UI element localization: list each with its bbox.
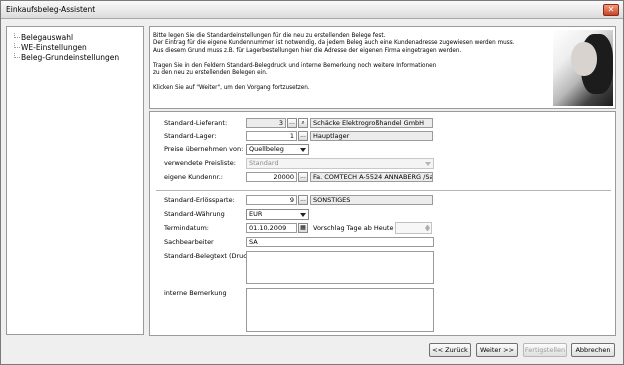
chevron-down-icon — [425, 162, 431, 166]
lieferant-number-field[interactable]: 3 — [246, 118, 286, 128]
erloes-name-field: SONSTIGES — [310, 195, 433, 205]
vorschlag-tage-stepper[interactable] — [395, 222, 432, 234]
bemerkung-label: interne Bemerkung — [164, 289, 227, 297]
nav-item-we-einstellungen[interactable]: WE-Einstellungen — [11, 43, 87, 53]
info-line: Bitte legen Sie die Standardeinstellunge… — [153, 33, 386, 39]
info-text: Bitte legen Sie die Standardeinstellunge… — [153, 33, 548, 92]
info-line — [153, 55, 548, 62]
kunde-lookup-button[interactable]: ... — [298, 172, 308, 182]
lager-number-field[interactable]: 1 — [246, 131, 297, 141]
lieferant-label: Standard-Lieferant: — [164, 119, 228, 127]
info-line: Der Eintrag für die eigene Kundennummer … — [153, 40, 515, 47]
window-title: Einkaufsbeleg-Assistent — [6, 5, 96, 14]
preise-label: Preise übernehmen von: — [164, 145, 244, 153]
title-bar: Einkaufsbeleg-Assistent ✕ — [1, 1, 623, 19]
info-line: zu den neu zu erstellenden Belegen ein. — [153, 70, 268, 77]
lieferant-name-field: Schäcke Elektrogroßhandel GmbH — [310, 118, 433, 128]
erloes-lookup-button[interactable]: ... — [298, 195, 308, 205]
nav-item-label: Beleg-Grundeinstellungen — [21, 53, 120, 62]
belegtext-textarea[interactable] — [246, 251, 434, 284]
settings-form: Standard-Lieferant: 3 ... ⌕ Schäcke Elek… — [149, 111, 616, 336]
lager-label: Standard-Lager: — [164, 132, 217, 140]
nav-item-label: Belegauswahl — [21, 33, 74, 42]
termin-date-field[interactable]: 01.10.2009 — [246, 223, 297, 233]
preisliste-select[interactable]: Standard — [246, 158, 434, 169]
info-line: Aus diesem Grund muss z.B. für Lagerbest… — [153, 47, 462, 54]
kunde-label: eigene Kundennr.: — [164, 173, 223, 181]
section-divider — [156, 190, 611, 191]
waehrung-select[interactable]: EUR — [246, 209, 309, 220]
erloes-label: Standard-Erlössparte: — [164, 196, 235, 204]
preise-select[interactable]: Quellbeleg — [246, 144, 309, 155]
step-tree: Belegauswahl WE-Einstellungen Beleg-Grun… — [6, 26, 144, 335]
finish-button[interactable]: Fertigstellen — [523, 343, 567, 357]
spin-down-icon[interactable] — [425, 228, 430, 231]
info-line — [153, 77, 548, 84]
info-line: Klicken Sie auf "Weiter", um den Vorgang… — [153, 84, 310, 91]
cancel-button[interactable]: Abbrechen — [571, 343, 615, 357]
next-button[interactable]: Weiter >> — [476, 343, 518, 357]
lager-lookup-button[interactable]: ... — [298, 131, 308, 141]
erloes-number-field[interactable]: 9 — [246, 195, 297, 205]
sachbearbeiter-field[interactable]: SA — [246, 237, 434, 247]
nav-item-label: WE-Einstellungen — [21, 43, 87, 52]
preisliste-value: Standard — [249, 159, 279, 167]
lager-name-field: Hauptlager — [310, 131, 433, 141]
info-panel: Bitte legen Sie die Standardeinstellunge… — [149, 26, 616, 109]
chevron-down-icon — [300, 148, 306, 152]
vorschlag-label: Vorschlag Tage ab Heute — [313, 224, 394, 232]
lieferant-search-icon[interactable]: ⌕ — [298, 118, 308, 128]
sachbearbeiter-label: Sachbearbeiter — [164, 238, 214, 246]
preisliste-label: verwendete Preisliste: — [164, 159, 236, 167]
nav-item-belegauswahl[interactable]: Belegauswahl — [11, 33, 73, 43]
assistant-photo — [553, 30, 613, 106]
wizard-window: Einkaufsbeleg-Assistent ✕ Belegauswahl W… — [0, 0, 624, 365]
chevron-down-icon — [300, 213, 306, 217]
bemerkung-textarea[interactable] — [246, 288, 434, 332]
kunde-number-field[interactable]: 20000 — [246, 172, 297, 182]
back-button[interactable]: << Zurück — [429, 343, 471, 357]
kunde-name-field: Fa. COMTECH A-5524 ANNABERG /Sal — [310, 172, 433, 182]
info-line: Tragen Sie in den Feldern Standard-Beleg… — [153, 62, 437, 69]
close-button[interactable]: ✕ — [603, 4, 619, 16]
nav-item-beleg-grundeinstellungen[interactable]: Beleg-Grundeinstellungen — [11, 53, 119, 63]
preise-value: Quellbeleg — [249, 145, 284, 153]
termin-label: Termindatum: — [164, 224, 209, 232]
waehrung-label: Standard-Währung — [164, 210, 225, 218]
lieferant-lookup-button[interactable]: ... — [287, 118, 297, 128]
waehrung-value: EUR — [249, 210, 263, 218]
belegtext-label: Standard-Belegtext (Druck): — [164, 252, 256, 260]
calendar-icon[interactable]: ▦ — [298, 223, 308, 233]
